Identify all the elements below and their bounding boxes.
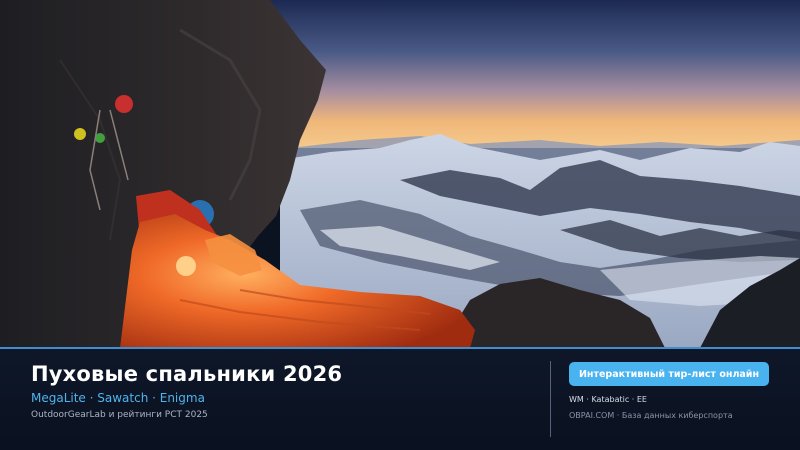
hero-illustration xyxy=(0,0,800,348)
headlamp-glow xyxy=(176,256,196,276)
brand-list: WM · Katabatic · EE xyxy=(569,395,647,404)
helmet-icon xyxy=(115,95,133,113)
tier-list-button[interactable]: Интерактивный тир-лист онлайн xyxy=(569,362,769,386)
page-title: Пуховые спальники 2026 xyxy=(31,362,343,386)
vertical-separator xyxy=(550,361,551,437)
carabiner-icon xyxy=(74,128,86,140)
model-list: MegaLite · Sawatch · Enigma xyxy=(31,391,205,405)
site-caption: OBPAI.COM · База данных киберспорта xyxy=(569,411,733,420)
source-caption: OutdoorGearLab и рейтинги PCT 2025 xyxy=(31,410,208,420)
hero-photo xyxy=(0,0,800,348)
